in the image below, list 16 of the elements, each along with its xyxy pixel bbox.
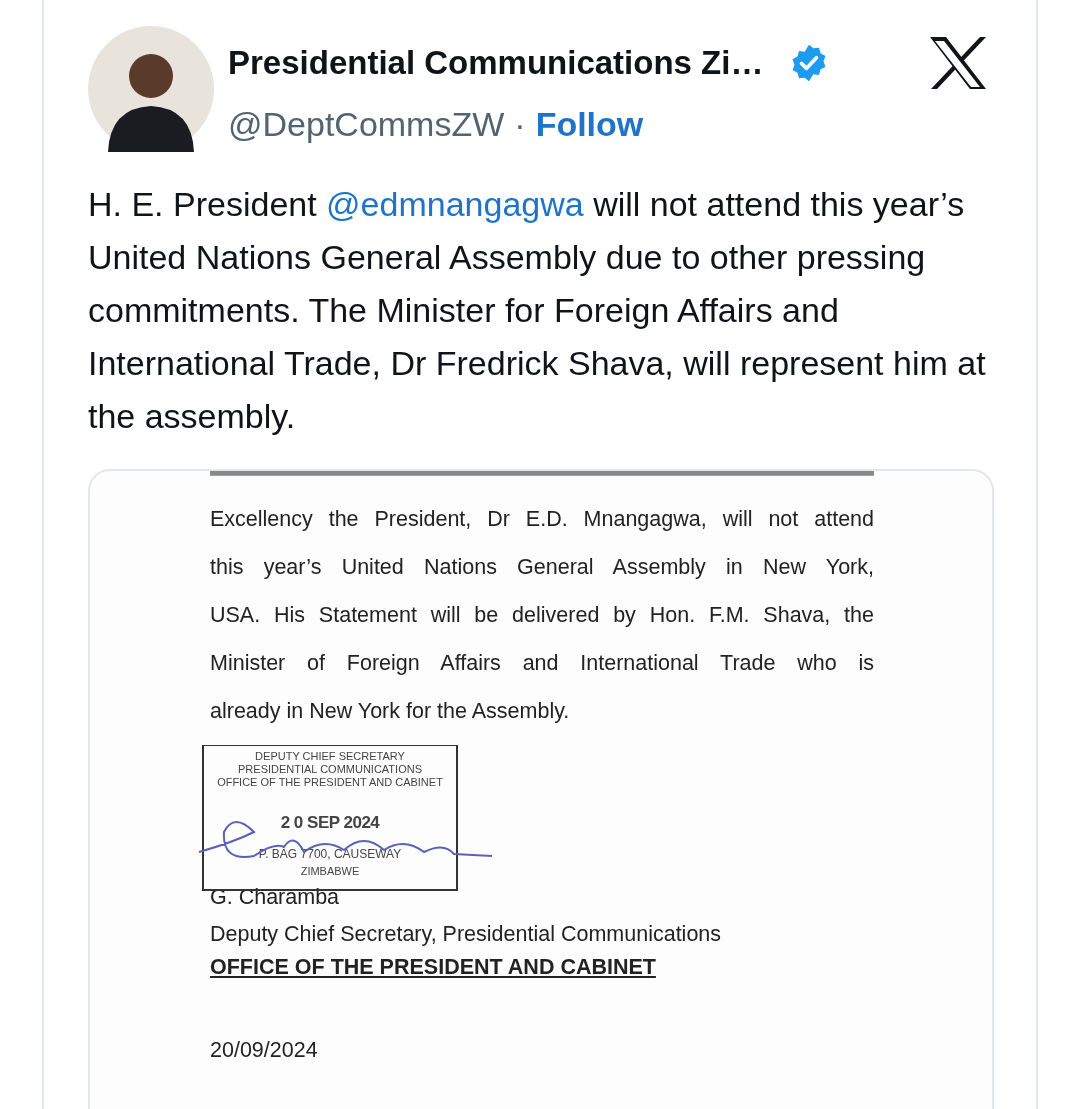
stamp-country: ZIMBABWE — [300, 865, 360, 877]
user-handle[interactable]: @DeptCommsZW — [228, 104, 505, 144]
mention-link[interactable]: @edmnangagwa — [326, 185, 584, 223]
document-paragraph: Excellency the President, Dr E.D. Mnangagwa, will not attend this year’s United Nations General Assembly in New York, USA. His Statement will be delivered by Hon. F.M. Shava, the Minister of Foreign Affairs and International Trade who is already in New York for the Assembly. — [210, 506, 874, 725]
stamp-date: 2 0 SEP 2024 — [280, 813, 380, 833]
document-date: 20/09/2024 — [210, 1038, 318, 1063]
signatory-position: Deputy Chief Secretary, Presidential Communications — [210, 922, 722, 947]
avatar-icon[interactable] — [88, 26, 214, 152]
office-name: OFFICE OF THE PRESIDENT AND CABINET — [210, 955, 656, 980]
x-logo-icon[interactable] — [928, 34, 988, 91]
separator-dot: · — [514, 104, 526, 144]
tweet-text: H. E. President @edmnangagwa will not attend this year’s United Nations General Assembly due to other pressing commitments. The Minister for Foreign Affairs and International Trade, Dr Fredrick Shava, will represent him at the assembly. — [88, 184, 987, 437]
stamp-heading: DEPUTY CHIEF SECRETARY PRESIDENTIAL COMMUNICATIONS OFFICE OF THE PRESIDENT AND CABINET — [217, 750, 443, 789]
author-name[interactable]: Presidential Communications Zi… — [228, 43, 764, 82]
document-image[interactable] — [88, 469, 994, 1109]
follow-link[interactable]: Follow — [535, 104, 644, 144]
